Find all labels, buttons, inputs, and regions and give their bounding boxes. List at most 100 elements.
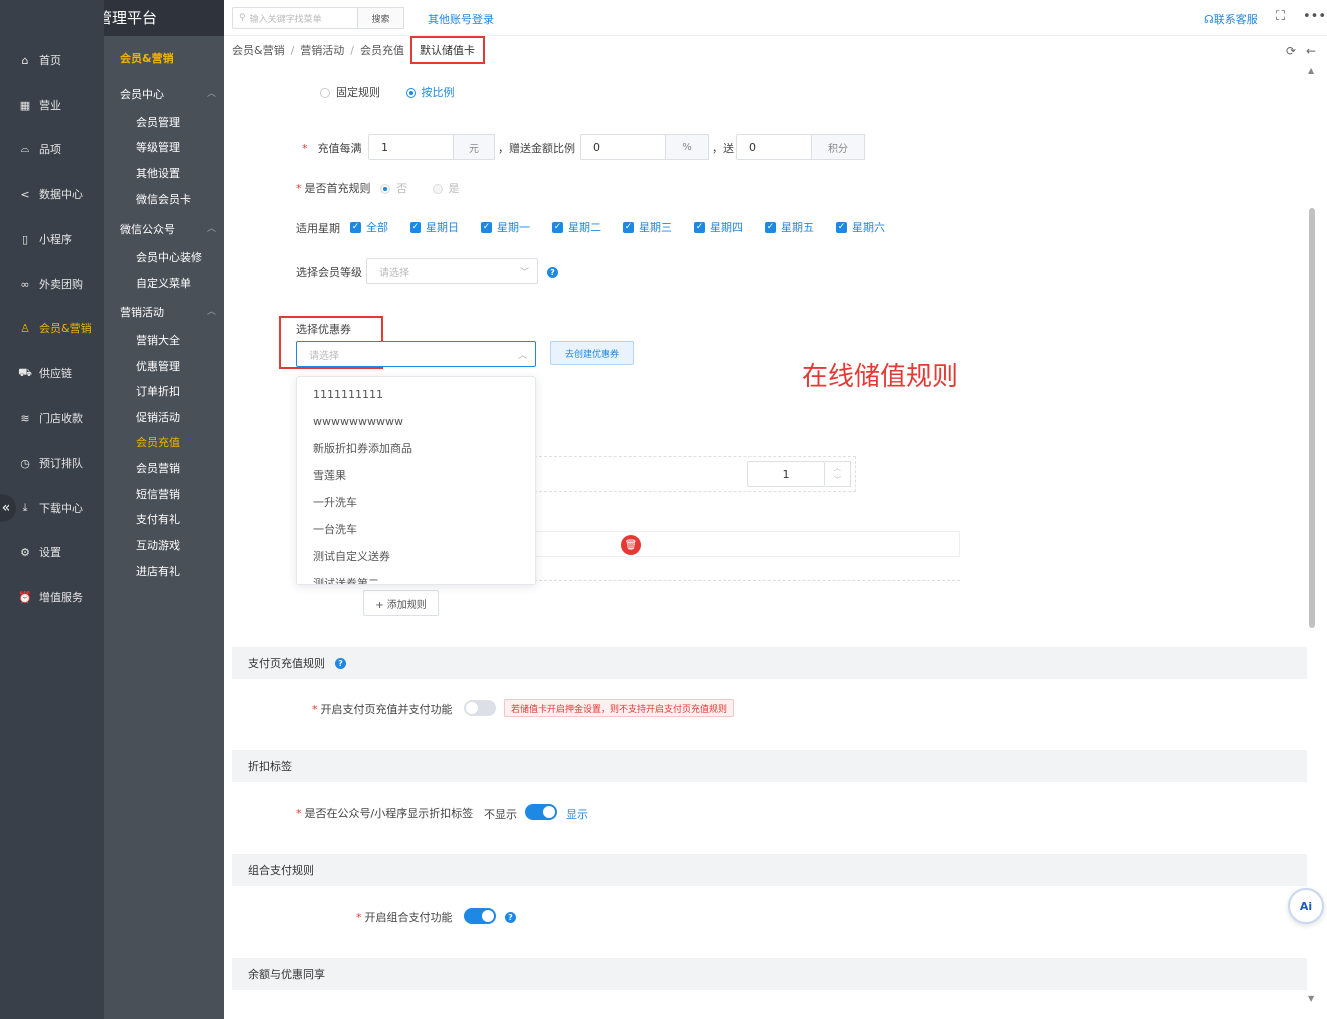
coupon-select[interactable]: 请选择 ︿ — [296, 341, 536, 367]
search-button[interactable]: 搜索 — [358, 7, 404, 29]
create-coupon-button[interactable]: 去创建优惠券 — [550, 341, 634, 365]
member-level-select[interactable]: 请选择 ﹀ — [366, 258, 538, 284]
dropdown-option[interactable]: 雪莲果 — [297, 462, 535, 489]
first-recharge-radio-group: 否 是 — [380, 180, 460, 196]
pay-page-switch-label: * 开启支付页充值并支付功能 — [312, 703, 453, 716]
share-icon: < — [20, 187, 30, 201]
menu-search-input[interactable]: ⚲ 输入关键字找菜单 — [232, 7, 358, 29]
radio-by-ratio[interactable]: 按比例 — [405, 86, 455, 99]
breadcrumb: 会员&营销 / 营销活动 / 会员充值 默认储值卡 — [224, 36, 1327, 64]
sidebar-item-label: 外卖团购 — [39, 278, 83, 291]
points-input[interactable]: 0 — [736, 134, 812, 160]
fullscreen-icon[interactable]: ⛶ — [1276, 9, 1285, 24]
checkbox-all[interactable]: ✓ 全部 — [350, 219, 388, 235]
scrollbar[interactable]: ▲ ▼ — [1306, 64, 1318, 1009]
subnav-item[interactable]: 微信会员卡 — [136, 191, 191, 207]
sidebar-item-products[interactable]: ⌓ 品项 — [0, 127, 104, 171]
combo-pay-toggle[interactable] — [464, 908, 496, 924]
dropdown-option[interactable]: 1111111111 — [297, 381, 535, 408]
help-icon[interactable]: ? — [547, 265, 558, 278]
refresh-icon[interactable]: ⟳ — [1286, 44, 1296, 58]
quantity-stepper[interactable]: 1 — [747, 461, 825, 487]
recharge-amount-input[interactable]: 1 — [368, 134, 454, 160]
subnav-item[interactable]: 等级管理 — [136, 139, 180, 155]
dropdown-option[interactable]: 一台洗车 — [297, 516, 535, 543]
subnav-item[interactable]: 营销大全 — [136, 332, 180, 348]
delete-icon[interactable]: 🗑 — [621, 535, 641, 555]
checkbox-saturday[interactable]: ✓ 星期六 — [836, 219, 885, 235]
subnav-item[interactable]: 优惠管理 — [136, 358, 180, 374]
subnav-item[interactable]: 进店有礼 — [136, 563, 180, 579]
gift-ratio-label: ，赠送金额比例 — [498, 142, 575, 155]
sidebar-item-booking[interactable]: ◷ 预订排队 — [0, 441, 104, 485]
subnav-item[interactable]: 订单折扣 — [136, 383, 180, 399]
breadcrumb-item[interactable]: 营销活动 — [300, 42, 344, 58]
gift-ratio-input[interactable]: 0 — [580, 134, 666, 160]
sidebar-item-payment[interactable]: ≋ 门店收款 — [0, 396, 104, 440]
dropdown-option[interactable]: 测试送券第二 — [297, 570, 535, 584]
dropdown-option[interactable]: wwwwwwwwww — [297, 408, 535, 435]
ai-assistant-button[interactable]: Ai — [1288, 888, 1324, 924]
subnav-group-wechat[interactable]: 微信公众号 ︿ — [120, 221, 216, 237]
subnav-item[interactable]: 会员营销 — [136, 460, 180, 476]
subnav-item[interactable]: 其他设置 — [136, 165, 180, 181]
subnav-item[interactable]: 短信营销 — [136, 486, 180, 502]
checkbox-thursday[interactable]: ✓ 星期四 — [694, 219, 743, 235]
section-discount-tag: 折扣标签 — [232, 750, 1307, 782]
sidebar-item-settings[interactable]: ⚙ 设置 — [0, 530, 104, 574]
sidebar-item-label: 预订排队 — [39, 457, 83, 470]
radio-fixed-rule[interactable]: 固定规则 — [320, 86, 380, 99]
sidebar-item-miniapp[interactable]: ▯ 小程序 — [0, 217, 104, 261]
subnav-item[interactable]: 会员中心装修 — [136, 249, 202, 265]
subnav-group-campaigns[interactable]: 营销活动 ︿ — [120, 304, 216, 320]
dropdown-option[interactable]: 一升洗车 — [297, 489, 535, 516]
deposit-warning-tag: 若储值卡开启押金设置，则不支持开启支付页充值规则 — [504, 699, 735, 717]
back-arrow-icon[interactable]: ← — [1306, 44, 1316, 58]
coupon-rule-row — [534, 531, 960, 557]
other-account-login-link[interactable]: 其他账号登录 — [428, 11, 494, 27]
sidebar-item-data[interactable]: < 数据中心 — [0, 172, 104, 216]
breadcrumb-item[interactable]: 会员充值 — [360, 42, 404, 58]
chevron-up-icon: ︿ — [206, 89, 216, 99]
sidebar-item-value-added[interactable]: ⏰ 增值服务 — [0, 575, 104, 619]
radio-first-yes[interactable]: 是 — [432, 182, 460, 195]
member-level-label: 选择会员等级 — [296, 266, 362, 279]
chevron-up-icon: ︿ — [206, 307, 216, 317]
radio-first-no[interactable]: 否 — [380, 182, 407, 195]
sidebar-item-marketing[interactable]: ♙ 会员&营销 — [0, 306, 104, 350]
sidebar-item-supply[interactable]: ⛟ 供应链 — [0, 351, 104, 395]
rule-type-radio-group: 固定规则 按比例 — [320, 84, 455, 100]
subnav-item[interactable]: 促销活动 — [136, 409, 180, 425]
breadcrumb-item[interactable]: 会员&营销 — [232, 42, 285, 58]
main-content: 固定规则 按比例 * 充值每满 1 元 ，赠送金额比例 0 % ，送 0 积分 … — [224, 64, 1327, 1019]
subnav-item[interactable]: 会员管理 — [136, 114, 180, 130]
scrollbar-thumb[interactable] — [1309, 208, 1315, 628]
sidebar-item-business[interactable]: ▦ 营业 — [0, 83, 104, 127]
subnav-item[interactable]: 互动游戏 — [136, 537, 180, 553]
combo-pay-switch-label: * 开启组合支付功能 — [356, 911, 453, 924]
home-icon: ⌂ — [21, 53, 29, 67]
subnav-item[interactable]: 支付有礼 — [136, 511, 180, 527]
checkbox-friday[interactable]: ✓ 星期五 — [765, 219, 814, 235]
checkbox-sunday[interactable]: ✓ 星期日 — [410, 219, 459, 235]
subnav-item[interactable]: 自定义菜单 — [136, 275, 191, 291]
checkbox-tuesday[interactable]: ✓ 星期二 — [552, 219, 601, 235]
coins-icon: ≋ — [20, 411, 30, 425]
first-recharge-label: * 是否首充规则 — [296, 182, 371, 195]
contact-support-link[interactable]: ☊联系客服 — [1204, 11, 1258, 27]
pay-page-toggle[interactable] — [464, 700, 496, 716]
sidebar-item-delivery[interactable]: ∞ 外卖团购 — [0, 262, 104, 306]
dropdown-option[interactable]: 新版折扣券添加商品 — [297, 435, 535, 462]
subnav-group-member-center[interactable]: 会员中心 ︿ — [120, 86, 216, 102]
discount-tag-toggle[interactable] — [525, 804, 557, 820]
dropdown-option[interactable]: 测试自定义送券 — [297, 543, 535, 570]
checkbox-monday[interactable]: ✓ 星期一 — [481, 219, 530, 235]
more-icon[interactable]: ••• — [1303, 9, 1326, 24]
checkbox-wednesday[interactable]: ✓ 星期三 — [623, 219, 672, 235]
help-icon[interactable]: ? — [505, 910, 516, 923]
sidebar-item-label: 数据中心 — [39, 188, 83, 201]
stepper-arrows[interactable]: ︿ ﹀ — [825, 461, 851, 487]
sidebar-item-home[interactable]: ⌂ 首页 — [0, 38, 104, 82]
subnav-item-active[interactable]: 会员充值 — [136, 434, 180, 450]
add-rule-button[interactable]: + 添加规则 — [363, 590, 439, 616]
